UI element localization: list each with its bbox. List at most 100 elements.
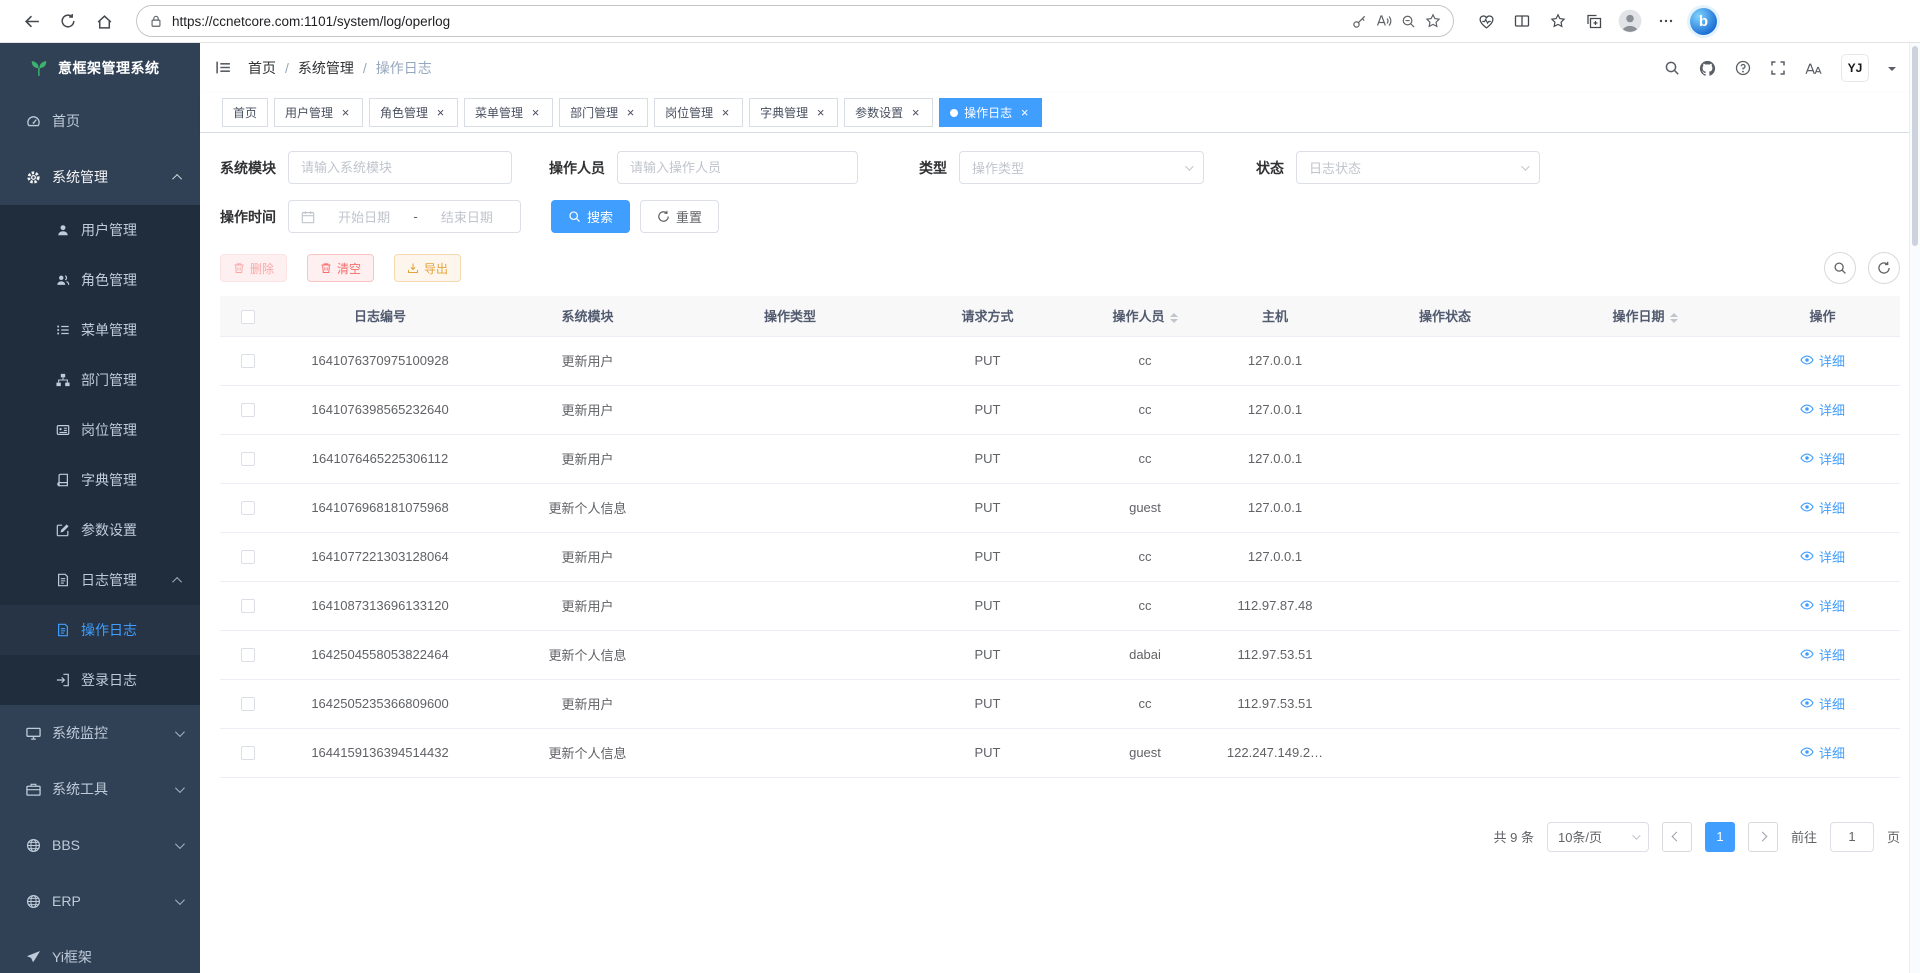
- font-size-button[interactable]: [1805, 60, 1822, 77]
- tab-role-management[interactable]: 角色管理×: [369, 98, 458, 127]
- browser-home-button[interactable]: [86, 4, 122, 38]
- sidebar-item-param-settings[interactable]: 参数设置: [0, 505, 200, 555]
- export-button[interactable]: 导出: [394, 254, 461, 282]
- detail-link[interactable]: 详细: [1800, 449, 1845, 468]
- prev-page-button[interactable]: [1662, 822, 1692, 852]
- breadcrumb-item-home[interactable]: 首页: [248, 58, 276, 78]
- row-checkbox[interactable]: [241, 501, 255, 515]
- tab-post-management[interactable]: 岗位管理×: [654, 98, 743, 127]
- row-checkbox[interactable]: [241, 746, 255, 760]
- sidebar-item-menu-management[interactable]: 菜单管理: [0, 305, 200, 355]
- sidebar-item-login-log[interactable]: 登录日志: [0, 655, 200, 705]
- tab-close-icon[interactable]: ×: [909, 106, 922, 119]
- tab-close-icon[interactable]: ×: [1018, 106, 1031, 119]
- detail-link[interactable]: 详细: [1800, 498, 1845, 517]
- fullscreen-button[interactable]: [1770, 60, 1786, 76]
- sidebar-item-log-management[interactable]: 日志管理: [0, 555, 200, 605]
- clear-button[interactable]: 清空: [307, 254, 374, 282]
- user-avatar[interactable]: YJ: [1841, 54, 1869, 82]
- tab-param-settings[interactable]: 参数设置×: [844, 98, 933, 127]
- help-button[interactable]: [1735, 60, 1751, 76]
- tab-close-icon[interactable]: ×: [624, 106, 637, 119]
- address-bar[interactable]: https://ccnetcore.com:1101/system/log/op…: [136, 5, 1454, 37]
- sidebar-item-dict-management[interactable]: 字典管理: [0, 455, 200, 505]
- tab-close-icon[interactable]: ×: [339, 106, 352, 119]
- sort-carets-icon[interactable]: [1170, 313, 1178, 323]
- table-search-toggle-button[interactable]: [1824, 252, 1856, 284]
- delete-button[interactable]: 删除: [220, 254, 287, 282]
- row-checkbox[interactable]: [241, 648, 255, 662]
- search-button[interactable]: 搜索: [551, 200, 630, 233]
- page-size-select[interactable]: 10条/页: [1547, 822, 1649, 852]
- row-checkbox[interactable]: [241, 599, 255, 613]
- split-screen-button[interactable]: [1504, 4, 1540, 38]
- detail-link[interactable]: 详细: [1800, 743, 1845, 762]
- sidebar-item-home[interactable]: 首页: [0, 93, 200, 149]
- row-checkbox[interactable]: [241, 697, 255, 711]
- detail-link[interactable]: 详细: [1800, 351, 1845, 370]
- read-aloud-icon[interactable]: [1376, 13, 1392, 29]
- sidebar-item-role-management[interactable]: 角色管理: [0, 255, 200, 305]
- next-page-button[interactable]: [1748, 822, 1778, 852]
- type-select[interactable]: 操作类型: [959, 151, 1204, 184]
- sidebar-toggle-button[interactable]: [215, 59, 232, 77]
- add-favorite-star-icon[interactable]: [1425, 13, 1441, 29]
- detail-link[interactable]: 详细: [1800, 547, 1845, 566]
- sidebar-item-system-tools[interactable]: 系统工具: [0, 761, 200, 817]
- sidebar-item-user-management[interactable]: 用户管理: [0, 205, 200, 255]
- browser-profile-button[interactable]: [1612, 4, 1648, 38]
- select-all-checkbox[interactable]: [241, 310, 255, 324]
- page-number-button[interactable]: 1: [1705, 822, 1735, 852]
- breadcrumb-item-system[interactable]: 系统管理: [298, 58, 354, 78]
- url-text[interactable]: https://ccnetcore.com:1101/system/log/op…: [172, 14, 1343, 29]
- favorites-button[interactable]: [1540, 4, 1576, 38]
- browser-refresh-button[interactable]: [50, 4, 86, 38]
- sidebar-item-dept-management[interactable]: 部门管理: [0, 355, 200, 405]
- goto-page-input[interactable]: [1830, 822, 1874, 852]
- row-checkbox[interactable]: [241, 403, 255, 417]
- tab-dept-management[interactable]: 部门管理×: [559, 98, 648, 127]
- tab-home[interactable]: 首页: [222, 98, 268, 127]
- tab-close-icon[interactable]: ×: [434, 106, 447, 119]
- reset-button[interactable]: 重置: [640, 200, 719, 233]
- tab-dict-management[interactable]: 字典管理×: [749, 98, 838, 127]
- user-menu-caret-icon[interactable]: [1888, 67, 1896, 75]
- status-select[interactable]: 日志状态: [1296, 151, 1540, 184]
- tab-menu-management[interactable]: 菜单管理×: [464, 98, 553, 127]
- col-operation-date[interactable]: 操作日期: [1545, 296, 1745, 336]
- header-search-button[interactable]: [1664, 60, 1680, 76]
- sidebar-item-yi-framework[interactable]: Yi框架: [0, 929, 200, 973]
- zoom-out-icon[interactable]: [1401, 14, 1416, 29]
- sidebar-item-system-management[interactable]: 系统管理: [0, 149, 200, 205]
- detail-link[interactable]: 详细: [1800, 645, 1845, 664]
- detail-link[interactable]: 详细: [1800, 400, 1845, 419]
- date-range-picker[interactable]: 开始日期 - 结束日期: [288, 200, 521, 233]
- tab-operation-log[interactable]: 操作日志×: [939, 98, 1042, 127]
- github-link-button[interactable]: [1699, 60, 1716, 77]
- tab-close-icon[interactable]: ×: [814, 106, 827, 119]
- sidebar-item-erp[interactable]: ERP: [0, 873, 200, 929]
- copilot-button[interactable]: b: [1690, 8, 1717, 35]
- page-scrollbar[interactable]: [1909, 43, 1920, 973]
- tab-close-icon[interactable]: ×: [529, 106, 542, 119]
- scrollbar-thumb[interactable]: [1912, 46, 1918, 246]
- row-checkbox[interactable]: [241, 550, 255, 564]
- operator-input[interactable]: [630, 160, 845, 175]
- browser-menu-button[interactable]: [1648, 4, 1684, 38]
- browser-essentials-button[interactable]: [1468, 4, 1504, 38]
- detail-link[interactable]: 详细: [1800, 694, 1845, 713]
- collections-button[interactable]: [1576, 4, 1612, 38]
- sidebar-item-bbs[interactable]: BBS: [0, 817, 200, 873]
- sidebar-item-system-monitor[interactable]: 系统监控: [0, 705, 200, 761]
- row-checkbox[interactable]: [241, 452, 255, 466]
- table-refresh-button[interactable]: [1868, 252, 1900, 284]
- sidebar-item-operation-log[interactable]: 操作日志: [0, 605, 200, 655]
- detail-link[interactable]: 详细: [1800, 596, 1845, 615]
- tab-close-icon[interactable]: ×: [719, 106, 732, 119]
- sort-carets-icon[interactable]: [1670, 313, 1678, 323]
- sidebar-item-post-management[interactable]: 岗位管理: [0, 405, 200, 455]
- tab-user-management[interactable]: 用户管理×: [274, 98, 363, 127]
- row-checkbox[interactable]: [241, 354, 255, 368]
- browser-back-button[interactable]: [14, 4, 50, 38]
- password-key-icon[interactable]: [1352, 14, 1367, 29]
